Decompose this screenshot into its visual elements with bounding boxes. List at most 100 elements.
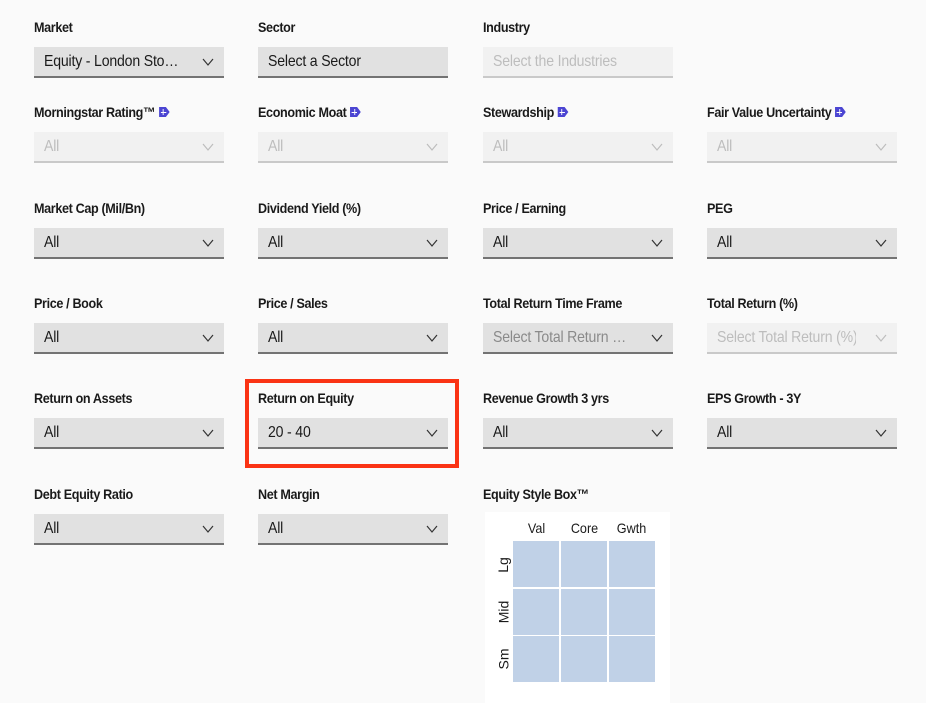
- style-box-grid: [513, 541, 655, 682]
- chevron-down-icon: [426, 237, 438, 249]
- filter-total-return-time-frame: Total Return Time Frame Select Total Ret…: [483, 293, 673, 354]
- style-box-cell-small-core[interactable]: [560, 636, 608, 682]
- select-placeholder: Select Total Return (%): [717, 328, 857, 346]
- style-box-column-label: Val: [527, 520, 546, 536]
- filter-label: Return on Assets: [34, 390, 133, 406]
- select-value: Equity - London Sto…: [44, 52, 179, 70]
- select-value: All: [44, 328, 60, 346]
- filter-label: Stewardship: [483, 102, 654, 122]
- chevron-down-icon: [202, 523, 214, 535]
- select-value: 20 - 40: [268, 423, 311, 441]
- filter-label-text: Stewardship: [483, 104, 554, 120]
- net-margin-select[interactable]: All: [258, 514, 448, 545]
- eps-growth-3y-select[interactable]: All: [707, 418, 897, 449]
- tag-plus-icon[interactable]: [350, 107, 361, 117]
- price-earning-select[interactable]: All: [483, 228, 673, 259]
- style-box-column-label: Gwth: [616, 520, 647, 536]
- style-box-cell-small-value[interactable]: [513, 636, 560, 682]
- style-box-cell-small-growth[interactable]: [608, 636, 655, 682]
- filter-price-sales: Price / Sales All: [258, 293, 448, 354]
- filter-economic-moat: Economic Moat All: [258, 102, 448, 163]
- filter-label: Dividend Yield (%): [258, 200, 361, 216]
- chevron-down-icon: [875, 332, 887, 344]
- filter-label: Price / Book: [34, 295, 103, 311]
- tag-plus-icon[interactable]: [835, 107, 846, 117]
- filter-stewardship: Stewardship All: [483, 102, 673, 163]
- price-book-select[interactable]: All: [34, 323, 224, 354]
- select-value: All: [268, 519, 284, 537]
- filter-label-text: Economic Moat: [258, 104, 347, 120]
- debt-equity-ratio-select[interactable]: All: [34, 514, 224, 545]
- select-value: All: [493, 233, 509, 251]
- revenue-growth-3yrs-select[interactable]: All: [483, 418, 673, 449]
- select-value: All: [268, 137, 284, 155]
- filter-label: Equity Style Box™: [483, 486, 589, 502]
- style-box-cell-mid-growth[interactable]: [608, 588, 655, 635]
- chevron-down-icon: [202, 141, 214, 153]
- fair-value-uncertainty-select[interactable]: All: [707, 132, 897, 163]
- filter-market-cap: Market Cap (Mil/Bn) All: [34, 198, 224, 259]
- select-value: All: [268, 233, 284, 251]
- style-box-cell-large-growth[interactable]: [608, 541, 655, 587]
- filter-label: Market: [34, 19, 73, 35]
- chevron-down-icon: [426, 523, 438, 535]
- tag-plus-icon[interactable]: [158, 107, 170, 117]
- filter-label: EPS Growth - 3Y: [707, 390, 802, 406]
- stewardship-select[interactable]: All: [483, 132, 673, 163]
- sector-select[interactable]: Select a Sector: [258, 47, 448, 78]
- select-placeholder: Select Total Return …: [493, 328, 627, 346]
- economic-moat-select[interactable]: All: [258, 132, 448, 163]
- filter-label: Fair Value Uncertainty: [707, 102, 878, 122]
- filter-market: Market Equity - London Sto…: [34, 17, 224, 78]
- select-value: All: [44, 423, 60, 441]
- filter-return-on-assets: Return on Assets All: [34, 388, 224, 449]
- filter-eps-growth-3y: EPS Growth - 3Y All: [707, 388, 897, 449]
- select-value: All: [493, 137, 509, 155]
- select-value: All: [717, 137, 733, 155]
- total-return-select[interactable]: Select Total Return (%): [707, 323, 897, 354]
- filter-price-book: Price / Book All: [34, 293, 224, 354]
- filter-label: Total Return (%): [707, 295, 798, 311]
- price-sales-select[interactable]: All: [258, 323, 448, 354]
- select-placeholder: Select the Industries: [493, 52, 617, 70]
- filter-label: PEG: [707, 200, 733, 216]
- filter-label: Price / Earning: [483, 200, 566, 216]
- equity-style-box: Val Core Gwth Lg Mid Sm: [485, 512, 670, 703]
- filter-label: Return on Equity: [258, 390, 354, 406]
- chevron-down-icon: [875, 237, 887, 249]
- stock-screener-filters: Market Equity - London Sto… Sector Selec…: [0, 0, 926, 703]
- chevron-down-icon: [651, 237, 663, 249]
- filter-label: Debt Equity Ratio: [34, 486, 133, 502]
- filter-total-return: Total Return (%) Select Total Return (%): [707, 293, 897, 354]
- chevron-down-icon: [426, 427, 438, 439]
- style-box-cell-mid-value[interactable]: [513, 588, 560, 635]
- filter-debt-equity-ratio: Debt Equity Ratio All: [34, 484, 224, 545]
- filter-label: Morningstar Rating™: [34, 102, 205, 122]
- chevron-down-icon: [651, 332, 663, 344]
- filter-net-margin: Net Margin All: [258, 484, 448, 545]
- filter-label: Market Cap (Mil/Bn): [34, 200, 145, 216]
- style-box-row-label: Mid: [495, 600, 511, 623]
- total-return-time-frame-select[interactable]: Select Total Return …: [483, 323, 673, 354]
- style-box-row-label: Sm: [495, 648, 511, 669]
- peg-select[interactable]: All: [707, 228, 897, 259]
- chevron-down-icon: [426, 332, 438, 344]
- industry-select[interactable]: Select the Industries: [483, 47, 673, 78]
- filter-price-earning: Price / Earning All: [483, 198, 673, 259]
- market-cap-select[interactable]: All: [34, 228, 224, 259]
- select-value: All: [268, 328, 284, 346]
- return-on-equity-select[interactable]: 20 - 40: [258, 418, 448, 449]
- market-select[interactable]: Equity - London Sto…: [34, 47, 224, 78]
- return-on-assets-select[interactable]: All: [34, 418, 224, 449]
- style-box-cell-large-core[interactable]: [560, 541, 608, 587]
- dividend-yield-select[interactable]: All: [258, 228, 448, 259]
- morningstar-rating-select[interactable]: All: [34, 132, 224, 163]
- select-value: All: [717, 423, 733, 441]
- filter-label: Price / Sales: [258, 295, 328, 311]
- chevron-down-icon: [875, 427, 887, 439]
- style-box-cell-mid-core[interactable]: [560, 588, 608, 635]
- filter-revenue-growth-3yrs: Revenue Growth 3 yrs All: [483, 388, 673, 449]
- tag-plus-icon[interactable]: [557, 107, 569, 117]
- chevron-down-icon: [426, 141, 438, 153]
- style-box-cell-large-value[interactable]: [513, 541, 560, 587]
